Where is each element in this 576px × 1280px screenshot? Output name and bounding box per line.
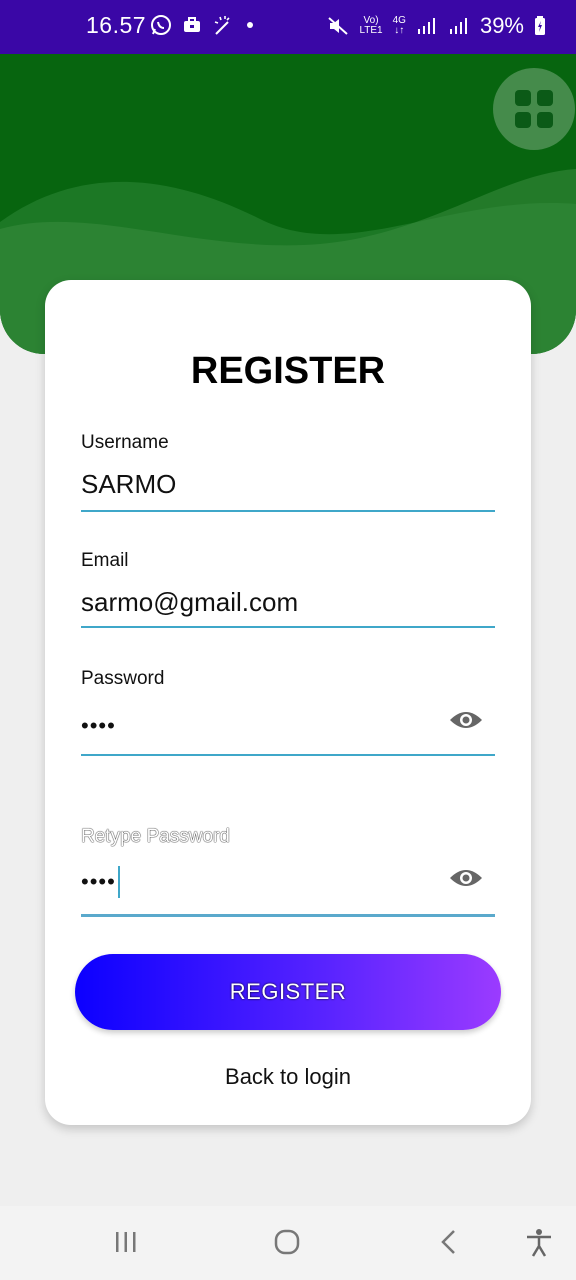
email-field[interactable]: Email sarmo@gmail.com [81, 550, 495, 628]
password-value: •••• [81, 713, 116, 738]
home-icon[interactable] [273, 1228, 301, 1256]
battery-percent: 39% [479, 13, 524, 38]
status-time: 16.57 [86, 12, 147, 38]
password-input[interactable]: •••• [81, 704, 495, 748]
register-button-label: REGISTER [229, 979, 347, 1004]
grid-icon [515, 90, 553, 128]
email-underline [81, 626, 495, 628]
signal-icon [449, 18, 467, 34]
retype-password-underline [81, 914, 495, 917]
battery-icon [535, 16, 545, 35]
dot-icon [247, 22, 253, 28]
username-underline [81, 510, 495, 512]
accessibility-icon[interactable] [524, 1228, 554, 1258]
retype-password-field[interactable]: Retype Password •••• [81, 826, 495, 917]
whatsapp-icon [151, 15, 171, 35]
eye-icon[interactable] [449, 866, 483, 890]
net-type-label: 4G ↓↑ [392, 15, 406, 36]
volte-label: Vo) LTE1 [359, 15, 383, 36]
retype-password-label: Retype Password [81, 826, 230, 847]
recent-apps-icon[interactable] [113, 1228, 139, 1256]
email-label: Email [81, 550, 129, 571]
signal-icon [417, 18, 435, 34]
magic-wand-icon [214, 16, 230, 35]
password-underline [81, 754, 495, 756]
eye-icon[interactable] [449, 708, 483, 732]
email-input[interactable]: sarmo@gmail.com [81, 580, 495, 624]
retype-password-value: •••• [81, 869, 116, 894]
retype-password-input[interactable]: •••• [81, 860, 495, 904]
status-bar: 16.57 Vo) LTE1 4G ↓↑ 39% [0, 0, 576, 54]
menu-button[interactable] [493, 68, 575, 150]
page-title: REGISTER [190, 350, 386, 392]
password-field[interactable]: Password •••• [81, 668, 495, 756]
back-to-login-link[interactable]: Back to login [45, 1064, 531, 1090]
password-label: Password [81, 668, 165, 689]
username-input[interactable]: SARMO [81, 462, 495, 506]
register-button[interactable]: REGISTER [75, 954, 501, 1030]
system-icons: Vo) LTE1 4G ↓↑ 39% [327, 13, 546, 39]
username-label: Username [81, 432, 169, 453]
briefcase-icon [184, 17, 200, 32]
mute-icon [328, 17, 349, 35]
notification-icons [150, 14, 256, 36]
system-nav-bar [0, 1206, 576, 1280]
register-card: REGISTER Username SARMO Email sarmo@gmai… [45, 280, 531, 1125]
username-field[interactable]: Username SARMO [81, 432, 495, 512]
text-cursor [117, 866, 120, 898]
back-icon[interactable] [437, 1228, 461, 1256]
